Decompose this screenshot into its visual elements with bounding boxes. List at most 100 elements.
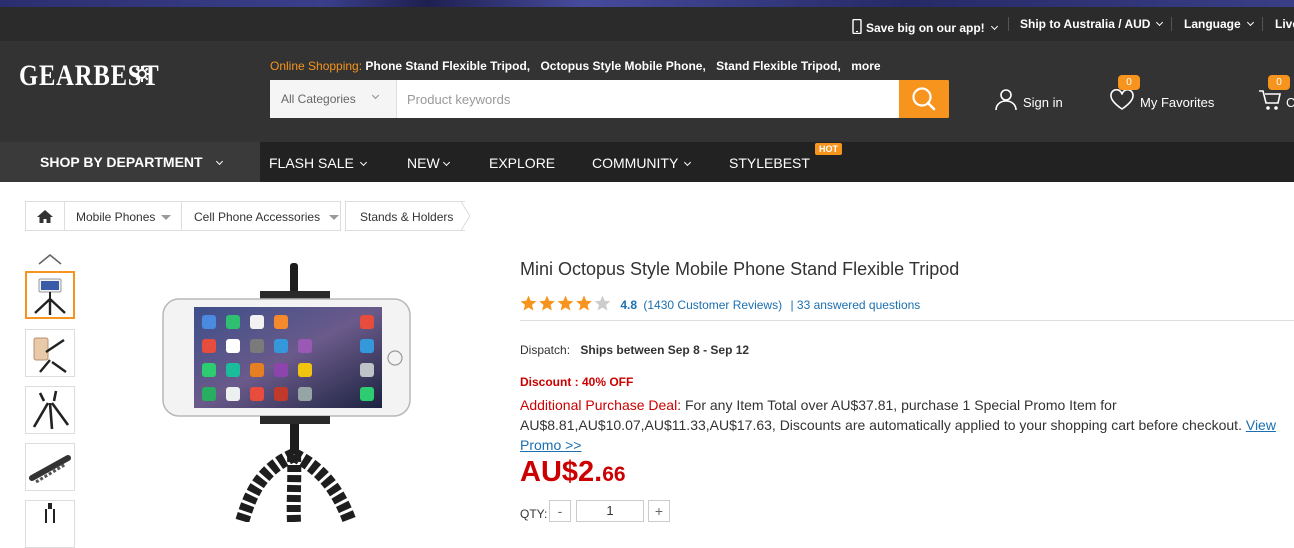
deal-label: Additional Purchase Deal: bbox=[520, 397, 682, 413]
tripod-legs-image bbox=[32, 390, 70, 430]
shop-by-department-label: SHOP BY DEPARTMENT bbox=[40, 154, 203, 170]
caret-down-icon bbox=[161, 215, 171, 220]
user-icon bbox=[995, 89, 1017, 111]
nav-item-label: NEW bbox=[407, 155, 440, 171]
caret-down-icon bbox=[329, 215, 339, 220]
phone-icon bbox=[852, 18, 862, 35]
category-select-label: All Categories bbox=[281, 92, 356, 106]
shop-by-department-menu[interactable]: SHOP BY DEPARTMENT bbox=[0, 142, 260, 182]
chevron-down-icon bbox=[684, 158, 692, 167]
product-title: Mini Octopus Style Mobile Phone Stand Fl… bbox=[520, 259, 960, 279]
sign-in-label: Sign in bbox=[1023, 95, 1063, 110]
hot-keyword-link[interactable]: Octopus Style Mobile Phone, bbox=[540, 59, 705, 73]
chevron-down-icon bbox=[990, 22, 998, 31]
product-price: AU$2.66 bbox=[520, 456, 626, 489]
nav-item-new[interactable]: NEW bbox=[407, 155, 450, 171]
ship-to-selector[interactable]: Ship to Australia / AUD bbox=[1020, 17, 1164, 31]
hot-keyword-link[interactable]: Stand Flexible Tripod, bbox=[716, 59, 841, 73]
reviews-link[interactable]: (1430 Customer Reviews) bbox=[643, 298, 782, 312]
chevron-down-icon bbox=[215, 157, 223, 166]
divider bbox=[1008, 17, 1009, 31]
additional-purchase-deal: Additional Purchase Deal: For any Item T… bbox=[520, 395, 1294, 455]
hot-searches: Online Shopping: Phone Stand Flexible Tr… bbox=[270, 59, 888, 73]
chevron-up-icon[interactable] bbox=[37, 252, 63, 266]
dispatch-value: Ships between Sep 8 - Sep 12 bbox=[580, 343, 750, 357]
home-icon bbox=[37, 210, 53, 223]
site-logo[interactable]: GEARBEST bbox=[0, 41, 160, 131]
hot-searches-label: Online Shopping: bbox=[270, 59, 363, 73]
chevron-down-icon bbox=[1246, 18, 1254, 27]
cart-label: C bbox=[1286, 95, 1294, 110]
chevron-down-icon bbox=[371, 91, 380, 100]
thumbnail-2[interactable] bbox=[25, 329, 75, 377]
language-label: Language bbox=[1184, 17, 1241, 31]
qty-input[interactable]: 1 bbox=[576, 500, 644, 522]
favorites-count-badge: 0 bbox=[1118, 75, 1140, 90]
breadcrumb-label: Mobile Phones bbox=[76, 210, 156, 224]
thumbnail-3[interactable] bbox=[25, 386, 75, 434]
nav-item-label: FLASH SALE bbox=[269, 155, 354, 171]
ship-to-label: Ship to Australia / AUD bbox=[1020, 17, 1151, 31]
app-promo-link[interactable]: Save big on our app! bbox=[852, 17, 998, 35]
chevron-down-icon bbox=[359, 158, 367, 167]
phone-clip-image bbox=[45, 503, 55, 523]
breadcrumb-label: Stands & Holders bbox=[360, 210, 454, 224]
breadcrumb-home[interactable] bbox=[25, 201, 65, 231]
price-main: AU$2. bbox=[520, 456, 603, 488]
divider bbox=[1262, 17, 1263, 31]
chevron-down-icon bbox=[1156, 18, 1164, 27]
cart-count-badge: 0 bbox=[1268, 75, 1290, 90]
answered-questions-link[interactable]: | 33 answered questions bbox=[790, 298, 920, 312]
hot-badge: HOT bbox=[815, 143, 842, 155]
app-promo-label: Save big on our app! bbox=[866, 21, 985, 35]
nav-item-explore[interactable]: EXPLORE bbox=[489, 155, 555, 171]
top-banner-strip[interactable] bbox=[0, 0, 1294, 7]
rating-score: 4.8 bbox=[620, 298, 638, 312]
rating-summary: 4.8 (1430 Customer Reviews) | 33 answere… bbox=[520, 292, 920, 312]
tripod-gold-phone-image bbox=[33, 337, 67, 373]
more-keywords-link[interactable]: more bbox=[851, 59, 880, 73]
search-icon bbox=[912, 87, 936, 111]
main-product-image[interactable] bbox=[150, 255, 420, 525]
main-nav: SHOP BY DEPARTMENT FLASH SALE NEW EXPLOR… bbox=[0, 142, 1294, 182]
tripod-phone-main-image bbox=[162, 263, 411, 525]
language-selector[interactable]: Language bbox=[1184, 17, 1254, 31]
nav-item-label: COMMUNITY bbox=[592, 155, 679, 171]
favorites-label: My Favorites bbox=[1140, 95, 1215, 110]
price-cents: 66 bbox=[602, 463, 626, 486]
qty-decrease-button[interactable]: - bbox=[549, 500, 571, 522]
heart-icon bbox=[1110, 89, 1134, 110]
cart-icon bbox=[1259, 90, 1281, 110]
breadcrumb-label: Cell Phone Accessories bbox=[194, 210, 321, 224]
search-input[interactable] bbox=[397, 80, 899, 118]
thumbnail-4[interactable] bbox=[25, 443, 75, 491]
live-link[interactable]: Live bbox=[1275, 17, 1294, 31]
star-rating-icon bbox=[520, 295, 611, 311]
qty-increase-button[interactable]: + bbox=[648, 500, 670, 522]
search-button[interactable] bbox=[899, 80, 949, 118]
divider bbox=[520, 320, 1294, 321]
breadcrumb-item-stands-holders[interactable]: Stands & Holders bbox=[345, 201, 465, 231]
hot-keyword-link[interactable]: Phone Stand Flexible Tripod, bbox=[365, 59, 530, 73]
tripod-phone-image bbox=[34, 278, 66, 315]
discount-label: Discount : 40% OFF bbox=[520, 375, 634, 389]
divider bbox=[1171, 17, 1172, 31]
tripod-folded-image bbox=[29, 455, 71, 484]
breadcrumb-arrow bbox=[461, 201, 471, 231]
search-bar: All Categories bbox=[270, 80, 949, 118]
dispatch-info: Dispatch: Ships between Sep 8 - Sep 12 bbox=[520, 343, 749, 357]
nav-item-flash-sale[interactable]: FLASH SALE bbox=[269, 155, 367, 171]
nav-item-stylebest[interactable]: STYLEBEST bbox=[729, 155, 810, 171]
breadcrumb-item-cell-phone-accessories[interactable]: Cell Phone Accessories bbox=[181, 201, 341, 231]
thumbnail-1[interactable] bbox=[25, 271, 75, 319]
breadcrumb-item-mobile-phones[interactable]: Mobile Phones bbox=[64, 201, 182, 231]
top-utility-bar: Save big on our app! Ship to Australia /… bbox=[0, 7, 1294, 41]
chevron-down-icon bbox=[442, 158, 450, 167]
qty-label: QTY: bbox=[520, 507, 548, 521]
nav-item-community[interactable]: COMMUNITY bbox=[592, 155, 692, 171]
thumbnail-5[interactable] bbox=[25, 500, 75, 548]
category-select[interactable]: All Categories bbox=[270, 80, 397, 118]
dispatch-label: Dispatch: bbox=[520, 343, 571, 357]
gear-icon bbox=[134, 66, 150, 82]
main-header: GEARBEST Online Shopping: Phone Stand Fl… bbox=[0, 41, 1294, 142]
